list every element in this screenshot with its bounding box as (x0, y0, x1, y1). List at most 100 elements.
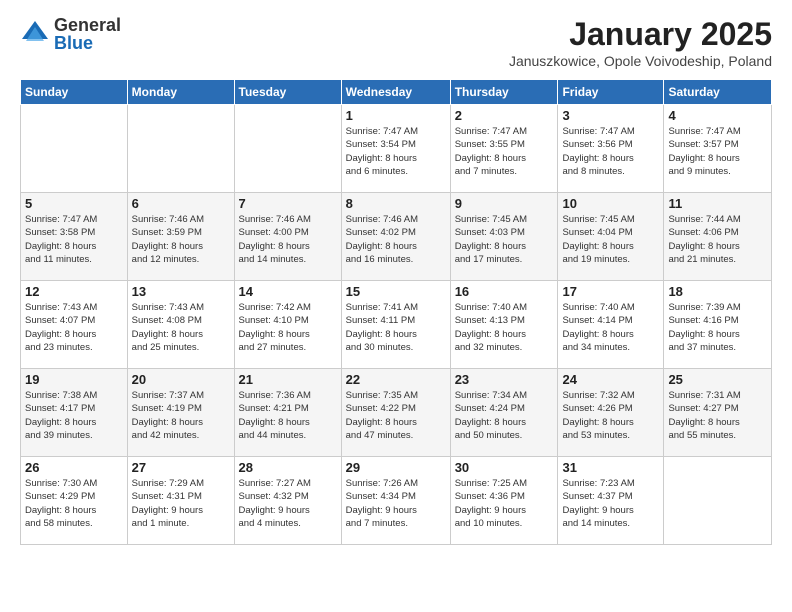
day-number: 11 (668, 196, 767, 211)
calendar-cell: 15Sunrise: 7:41 AM Sunset: 4:11 PM Dayli… (341, 281, 450, 369)
day-number: 22 (346, 372, 446, 387)
calendar-table: SundayMondayTuesdayWednesdayThursdayFrid… (20, 79, 772, 545)
calendar-cell: 13 Sunrise: 7:43 AM Sunset: 4:08 PM Dayli… (127, 281, 234, 369)
calendar-cell: 3 Sunrise: 7:47 AM Sunset: 3:56 PM Daylig… (558, 105, 664, 193)
weekday-header-monday: Monday (127, 80, 234, 105)
day-detail: Sunrise: 7:40 AM Sunset: 4:13 PM Dayligh… (455, 301, 554, 354)
day-detail: Sunrise: 7:47 AM Sunset: 3:54 PM Dayligh… (346, 125, 446, 178)
calendar-cell: 1 Sunrise: 7:47 AM Sunset: 3:54 PM Daylig… (341, 105, 450, 193)
location-text: Januszkowice, Opole Voivodeship, Poland (509, 53, 772, 69)
calendar-cell: 20Sunrise: 7:37 AM Sunset: 4:19 PM Dayli… (127, 369, 234, 457)
day-detail: Sunrise: 7:46 AM Sunset: 4:00 PM Dayligh… (239, 213, 337, 266)
calendar-cell: 7 Sunrise: 7:46 AM Sunset: 4:00 PM Daylig… (234, 193, 341, 281)
day-number: 18 (668, 284, 767, 299)
day-detail: Sunrise: 7:45 AM Sunset: 4:04 PM Dayligh… (562, 213, 659, 266)
day-number: 28 (239, 460, 337, 475)
calendar-week-2: 5Sunrise: 7:47 AM Sunset: 3:58 PM Daylig… (21, 193, 772, 281)
day-number: 26 (25, 460, 123, 475)
calendar-cell: 19 Sunrise: 7:38 AM Sunset: 4:17 PM Dayli… (21, 369, 128, 457)
calendar-cell: 6Sunrise: 7:46 AM Sunset: 3:59 PM Daylig… (127, 193, 234, 281)
weekday-header-saturday: Saturday (664, 80, 772, 105)
calendar-cell: 22 Sunrise: 7:35 AM Sunset: 4:22 PM Dayli… (341, 369, 450, 457)
calendar-cell: 16 Sunrise: 7:40 AM Sunset: 4:13 PM Dayli… (450, 281, 558, 369)
day-number: 16 (455, 284, 554, 299)
page-container: General Blue January 2025 Januszkowice, … (0, 0, 792, 612)
weekday-header-sunday: Sunday (21, 80, 128, 105)
calendar-cell: 29Sunrise: 7:26 AM Sunset: 4:34 PM Dayli… (341, 457, 450, 545)
day-number: 3 (562, 108, 659, 123)
day-detail: Sunrise: 7:23 AM Sunset: 4:37 PM Dayligh… (562, 477, 659, 530)
day-number: 24 (562, 372, 659, 387)
calendar-cell: 14 Sunrise: 7:42 AM Sunset: 4:10 PM Dayli… (234, 281, 341, 369)
day-number: 10 (562, 196, 659, 211)
day-number: 21 (239, 372, 337, 387)
calendar-week-3: 12 Sunrise: 7:43 AM Sunset: 4:07 PM Dayli… (21, 281, 772, 369)
day-detail: Sunrise: 7:35 AM Sunset: 4:22 PM Dayligh… (346, 389, 446, 442)
weekday-header-thursday: Thursday (450, 80, 558, 105)
weekday-header-friday: Friday (558, 80, 664, 105)
day-detail: Sunrise: 7:25 AM Sunset: 4:36 PM Dayligh… (455, 477, 554, 530)
calendar-cell: 23 Sunrise: 7:34 AM Sunset: 4:24 PM Dayli… (450, 369, 558, 457)
calendar-week-1: 1 Sunrise: 7:47 AM Sunset: 3:54 PM Daylig… (21, 105, 772, 193)
weekday-header-tuesday: Tuesday (234, 80, 341, 105)
logo-icon (20, 19, 50, 49)
day-number: 19 (25, 372, 123, 387)
calendar-cell: 21Sunrise: 7:36 AM Sunset: 4:21 PM Dayli… (234, 369, 341, 457)
calendar-cell: 10 Sunrise: 7:45 AM Sunset: 4:04 PM Dayli… (558, 193, 664, 281)
day-detail: Sunrise: 7:42 AM Sunset: 4:10 PM Dayligh… (239, 301, 337, 354)
calendar-cell: 4Sunrise: 7:47 AM Sunset: 3:57 PM Daylig… (664, 105, 772, 193)
calendar-week-5: 26Sunrise: 7:30 AM Sunset: 4:29 PM Dayli… (21, 457, 772, 545)
calendar-cell (664, 457, 772, 545)
day-detail: Sunrise: 7:39 AM Sunset: 4:16 PM Dayligh… (668, 301, 767, 354)
day-detail: Sunrise: 7:31 AM Sunset: 4:27 PM Dayligh… (668, 389, 767, 442)
day-detail: Sunrise: 7:37 AM Sunset: 4:19 PM Dayligh… (132, 389, 230, 442)
day-detail: Sunrise: 7:27 AM Sunset: 4:32 PM Dayligh… (239, 477, 337, 530)
calendar-cell (21, 105, 128, 193)
day-detail: Sunrise: 7:38 AM Sunset: 4:17 PM Dayligh… (25, 389, 123, 442)
day-detail: Sunrise: 7:26 AM Sunset: 4:34 PM Dayligh… (346, 477, 446, 530)
logo-text: General Blue (54, 16, 121, 52)
calendar-cell: 31Sunrise: 7:23 AM Sunset: 4:37 PM Dayli… (558, 457, 664, 545)
day-detail: Sunrise: 7:46 AM Sunset: 4:02 PM Dayligh… (346, 213, 446, 266)
day-number: 23 (455, 372, 554, 387)
day-detail: Sunrise: 7:43 AM Sunset: 4:08 PM Dayligh… (132, 301, 230, 354)
day-number: 7 (239, 196, 337, 211)
calendar-cell: 5Sunrise: 7:47 AM Sunset: 3:58 PM Daylig… (21, 193, 128, 281)
day-number: 12 (25, 284, 123, 299)
calendar-cell: 2 Sunrise: 7:47 AM Sunset: 3:55 PM Daylig… (450, 105, 558, 193)
calendar-cell: 30 Sunrise: 7:25 AM Sunset: 4:36 PM Dayli… (450, 457, 558, 545)
calendar-cell: 17 Sunrise: 7:40 AM Sunset: 4:14 PM Dayli… (558, 281, 664, 369)
day-number: 13 (132, 284, 230, 299)
day-number: 15 (346, 284, 446, 299)
month-title: January 2025 (509, 16, 772, 53)
day-detail: Sunrise: 7:34 AM Sunset: 4:24 PM Dayligh… (455, 389, 554, 442)
calendar-cell: 18 Sunrise: 7:39 AM Sunset: 4:16 PM Dayli… (664, 281, 772, 369)
day-number: 27 (132, 460, 230, 475)
calendar-cell: 27 Sunrise: 7:29 AM Sunset: 4:31 PM Dayli… (127, 457, 234, 545)
day-number: 2 (455, 108, 554, 123)
calendar-cell: 11Sunrise: 7:44 AM Sunset: 4:06 PM Dayli… (664, 193, 772, 281)
day-number: 30 (455, 460, 554, 475)
day-number: 17 (562, 284, 659, 299)
day-detail: Sunrise: 7:47 AM Sunset: 3:55 PM Dayligh… (455, 125, 554, 178)
logo-general-text: General (54, 16, 121, 34)
calendar-week-4: 19 Sunrise: 7:38 AM Sunset: 4:17 PM Dayli… (21, 369, 772, 457)
logo: General Blue (20, 16, 121, 52)
day-detail: Sunrise: 7:43 AM Sunset: 4:07 PM Dayligh… (25, 301, 123, 354)
calendar-header-row: SundayMondayTuesdayWednesdayThursdayFrid… (21, 80, 772, 105)
calendar-cell: 12 Sunrise: 7:43 AM Sunset: 4:07 PM Dayli… (21, 281, 128, 369)
day-number: 8 (346, 196, 446, 211)
day-detail: Sunrise: 7:47 AM Sunset: 3:58 PM Dayligh… (25, 213, 123, 266)
day-detail: Sunrise: 7:40 AM Sunset: 4:14 PM Dayligh… (562, 301, 659, 354)
weekday-header-wednesday: Wednesday (341, 80, 450, 105)
day-number: 14 (239, 284, 337, 299)
day-detail: Sunrise: 7:45 AM Sunset: 4:03 PM Dayligh… (455, 213, 554, 266)
calendar-cell: 28 Sunrise: 7:27 AM Sunset: 4:32 PM Dayli… (234, 457, 341, 545)
day-detail: Sunrise: 7:32 AM Sunset: 4:26 PM Dayligh… (562, 389, 659, 442)
calendar-cell (127, 105, 234, 193)
day-detail: Sunrise: 7:29 AM Sunset: 4:31 PM Dayligh… (132, 477, 230, 530)
day-detail: Sunrise: 7:47 AM Sunset: 3:56 PM Dayligh… (562, 125, 659, 178)
day-number: 1 (346, 108, 446, 123)
calendar-cell: 8 Sunrise: 7:46 AM Sunset: 4:02 PM Daylig… (341, 193, 450, 281)
calendar-cell (234, 105, 341, 193)
